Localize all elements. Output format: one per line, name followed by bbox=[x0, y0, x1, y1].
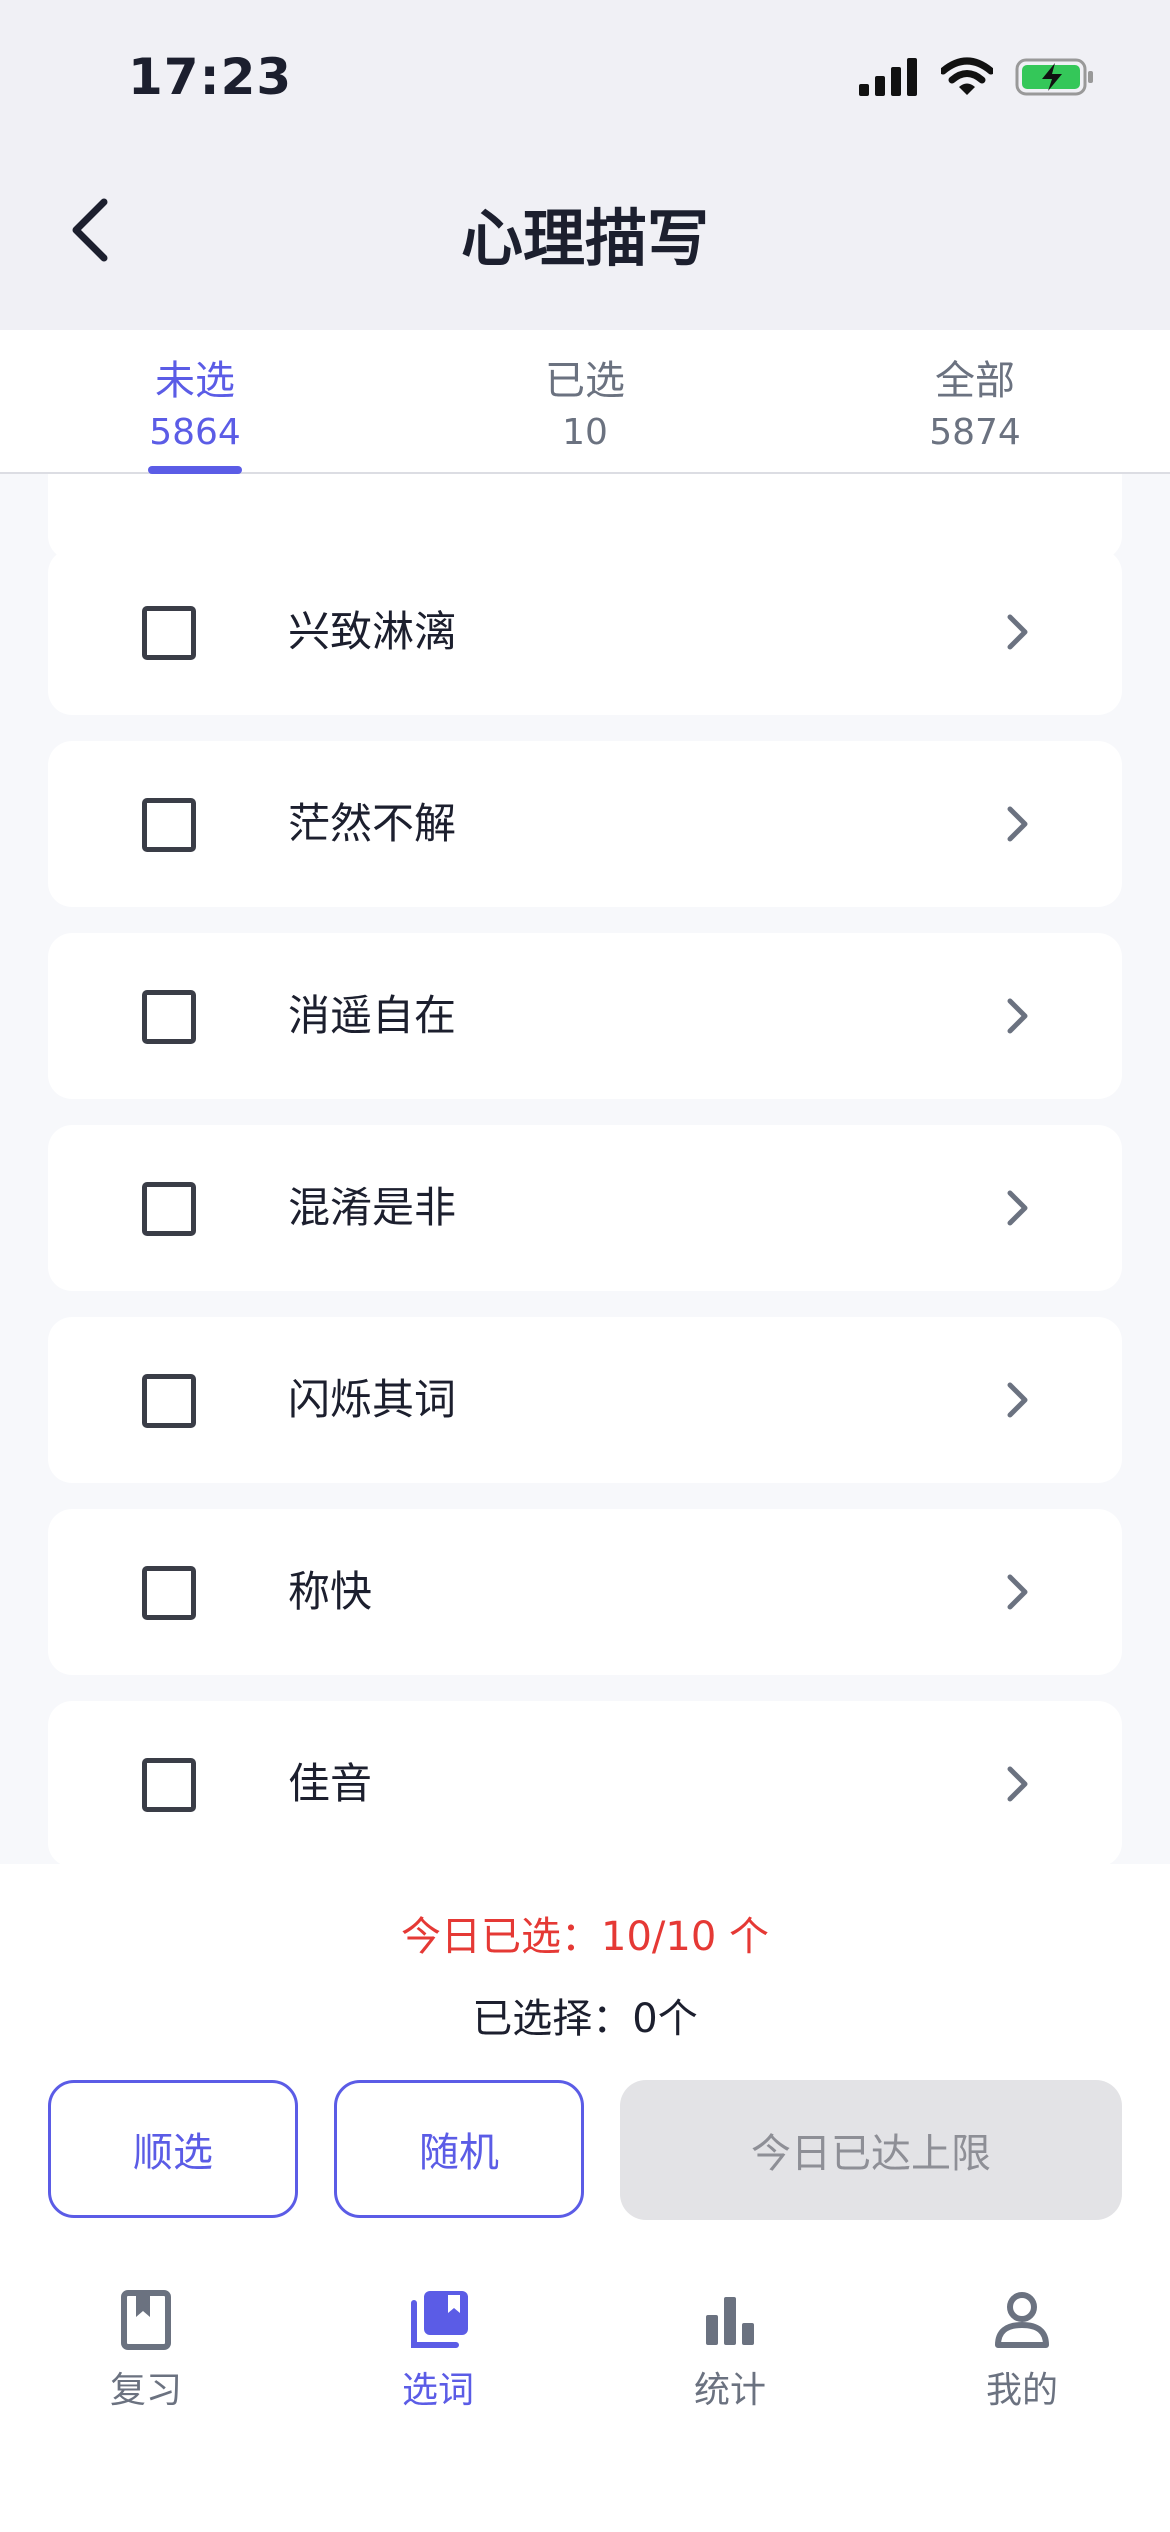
chevron-right-icon bbox=[1007, 614, 1028, 650]
tabbar-label: 复习 bbox=[109, 2370, 182, 2411]
tab-selected[interactable]: 已选 10 bbox=[390, 330, 780, 472]
word-text: 混淆是非 bbox=[288, 1183, 457, 1232]
tab-active-indicator bbox=[148, 466, 242, 474]
random-select-button[interactable]: 随机 bbox=[334, 2080, 584, 2218]
tab-label: 未选 bbox=[155, 358, 235, 404]
segment-tabs: 未选 5864 已选 10 全部 5874 bbox=[0, 330, 1170, 474]
chevron-right-icon bbox=[1007, 1766, 1028, 1802]
checkbox[interactable] bbox=[142, 606, 196, 660]
page-title: 心理描写 bbox=[460, 202, 709, 275]
selected-count: 已选择：0个 bbox=[472, 1996, 698, 2042]
list-item[interactable]: 佳音 bbox=[48, 1701, 1122, 1864]
word-text: 兴致淋漓 bbox=[288, 607, 457, 656]
checkbox[interactable] bbox=[142, 1182, 196, 1236]
chevron-right-icon bbox=[1007, 1574, 1028, 1610]
tab-label: 全部 bbox=[935, 358, 1015, 404]
tabbar-label: 我的 bbox=[985, 2370, 1058, 2411]
word-text: 消遥自在 bbox=[288, 991, 457, 1040]
wifi-icon bbox=[941, 57, 993, 95]
tabbar-item-profile[interactable]: 我的 bbox=[922, 2289, 1122, 2413]
bottom-tab-bar: 复习 选词 统计 我的 bbox=[0, 2259, 1170, 2532]
list-item[interactable]: 闪烁其词 bbox=[48, 1317, 1122, 1483]
today-selected-count: 今日已选：10/10 个 bbox=[401, 1914, 769, 1960]
tab-count: 10 bbox=[562, 412, 608, 453]
chevron-right-icon bbox=[1007, 1382, 1028, 1418]
list-item[interactable]: 称快 bbox=[48, 1509, 1122, 1675]
battery-charging-icon bbox=[1015, 58, 1093, 96]
tab-count: 5864 bbox=[149, 412, 241, 453]
checkbox[interactable] bbox=[142, 1758, 196, 1812]
tab-label: 已选 bbox=[545, 358, 625, 404]
list-item[interactable]: 兴致淋漓 bbox=[48, 549, 1122, 715]
word-text: 佳音 bbox=[288, 1759, 373, 1808]
tabbar-label: 统计 bbox=[693, 2370, 766, 2411]
limit-reached-button: 今日已达上限 bbox=[620, 2080, 1122, 2220]
list-item[interactable]: 消遥自在 bbox=[48, 933, 1122, 1099]
nav-bar: 心理描写 bbox=[0, 150, 1170, 330]
status-icons bbox=[859, 52, 1095, 102]
status-bar: 17:23 bbox=[0, 0, 1170, 150]
checkbox[interactable] bbox=[142, 1566, 196, 1620]
tab-all[interactable]: 全部 5874 bbox=[780, 330, 1170, 472]
tab-unselected[interactable]: 未选 5864 bbox=[0, 330, 390, 474]
word-list[interactable]: 兴致淋漓 茫然不解 消遥自在 混淆是非 闪烁其词 称快 佳音 bbox=[0, 474, 1170, 1864]
word-text: 茫然不解 bbox=[288, 799, 457, 848]
chevron-right-icon bbox=[1007, 998, 1028, 1034]
bar-chart-icon bbox=[706, 2297, 754, 2345]
checkbox[interactable] bbox=[142, 1374, 196, 1428]
tab-count: 5874 bbox=[929, 412, 1021, 453]
status-time: 17:23 bbox=[128, 48, 293, 106]
selection-panel: 今日已选：10/10 个 已选择：0个 顺选 随机 今日已达上限 bbox=[0, 1864, 1170, 2259]
list-item[interactable]: 混淆是非 bbox=[48, 1125, 1122, 1291]
sequential-select-button[interactable]: 顺选 bbox=[48, 2080, 298, 2218]
chevron-right-icon bbox=[1007, 806, 1028, 842]
list-item-partial bbox=[48, 474, 1122, 560]
tabbar-item-stats[interactable]: 统计 bbox=[630, 2289, 830, 2413]
bookmark-book-icon bbox=[121, 2290, 171, 2350]
checkbox[interactable] bbox=[142, 798, 196, 852]
word-text: 称快 bbox=[288, 1567, 373, 1616]
checkbox[interactable] bbox=[142, 990, 196, 1044]
chevron-right-icon bbox=[1007, 1190, 1028, 1226]
word-text: 闪烁其词 bbox=[288, 1375, 457, 1424]
tabbar-item-select-words[interactable]: 选词 bbox=[338, 2289, 538, 2413]
list-item[interactable]: 茫然不解 bbox=[48, 741, 1122, 907]
tabbar-item-review[interactable]: 复习 bbox=[46, 2289, 246, 2413]
books-stack-icon bbox=[411, 2291, 468, 2348]
tabbar-label: 选词 bbox=[401, 2370, 474, 2411]
person-icon bbox=[995, 2292, 1049, 2348]
signal-icon bbox=[859, 58, 917, 96]
